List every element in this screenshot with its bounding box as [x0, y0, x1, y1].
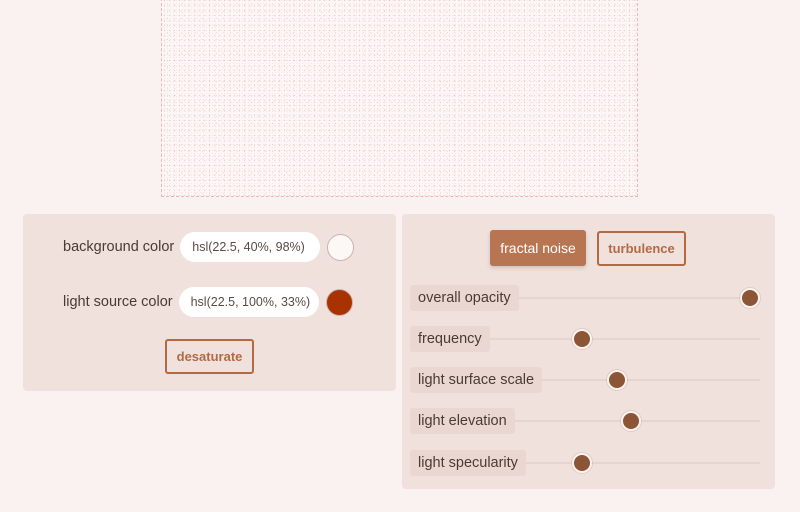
background-color-label: background color: [63, 239, 175, 255]
background-color-row: background color hsl(22.5, 40%, 98%): [63, 232, 355, 262]
slider-label: overall opacity: [410, 285, 519, 311]
slider-light-specularity: light specularity: [410, 450, 760, 476]
light-source-color-swatch[interactable]: [325, 288, 353, 316]
slider-overall-opacity: overall opacity: [410, 285, 760, 311]
slider-frequency: frequency: [410, 326, 760, 352]
turbulence-button[interactable]: turbulence: [597, 231, 686, 266]
slider-thumb[interactable]: [571, 329, 592, 349]
background-color-input[interactable]: hsl(22.5, 40%, 98%): [180, 232, 321, 262]
slider-thumb[interactable]: [620, 411, 641, 431]
slider-light-elevation: light elevation: [410, 408, 760, 434]
slider-thumb[interactable]: [606, 370, 627, 390]
light-source-color-row: light source color hsl(22.5, 100%, 33%): [63, 287, 353, 317]
background-color-swatch[interactable]: [327, 233, 355, 261]
light-source-color-label: light source color: [63, 294, 173, 310]
noise-preview-canvas: [161, 0, 638, 197]
noise-settings-panel: fractal noise turbulence overall opacity…: [402, 214, 775, 489]
slider-label: light surface scale: [410, 367, 543, 393]
color-settings-panel: background color hsl(22.5, 40%, 98%) lig…: [23, 214, 396, 391]
slider-thumb[interactable]: [739, 288, 760, 308]
desaturate-button[interactable]: desaturate: [165, 339, 254, 374]
slider-thumb[interactable]: [571, 453, 592, 473]
fractal-noise-button[interactable]: fractal noise: [490, 230, 586, 266]
light-source-color-input[interactable]: hsl(22.5, 100%, 33%): [178, 287, 319, 317]
slider-label: light specularity: [410, 450, 526, 476]
slider-label: frequency: [410, 326, 490, 352]
slider-light-surface-scale: light surface scale: [410, 367, 760, 393]
slider-label: light elevation: [410, 408, 515, 434]
